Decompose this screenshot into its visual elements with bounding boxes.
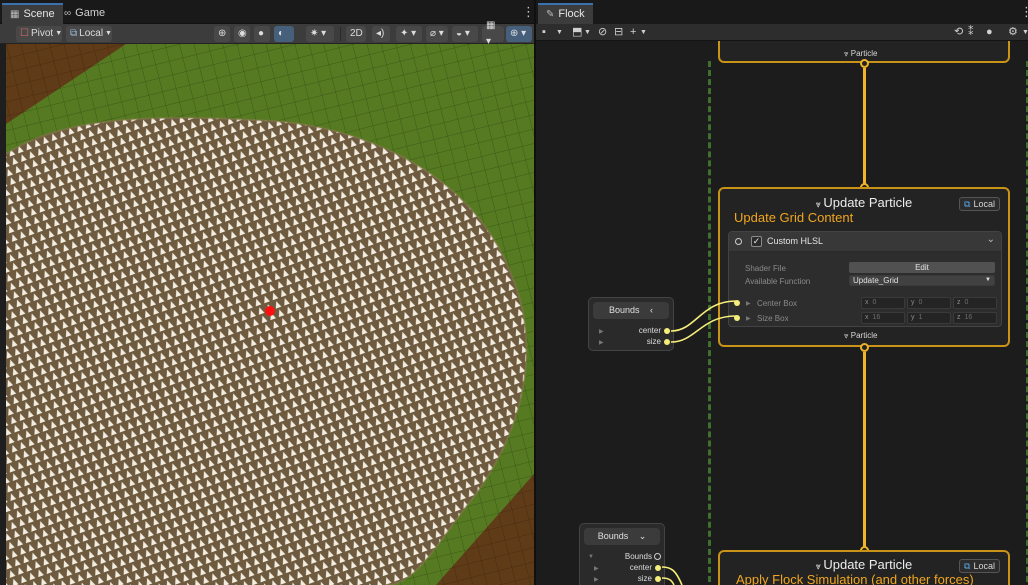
link-toggle-icon[interactable]: ⟲	[954, 25, 963, 40]
vfx-graph-icon: ✎	[546, 9, 555, 20]
tab-game[interactable]: ∞ Game	[56, 3, 113, 24]
camera-dropdown-icon[interactable]: ◒ ▾	[452, 26, 478, 42]
tab-game-label: Game	[75, 7, 106, 19]
local-dropdown[interactable]: ⧉ Local ▼	[66, 26, 112, 42]
local-space-icon: ⧉	[70, 28, 78, 39]
hidden-objects-icon[interactable]: ⌀ ▾	[426, 26, 448, 42]
pivot-dropdown[interactable]: ☐ Pivot ▼	[16, 26, 62, 42]
chevron-down-icon[interactable]: ▼	[1022, 25, 1028, 40]
attach-icon[interactable]: ⬒	[572, 25, 582, 40]
tab-scene-label: Scene	[23, 8, 55, 20]
graph-more-menu-icon[interactable]: ⋮	[1020, 4, 1028, 20]
edge-size-2[interactable]	[661, 577, 675, 585]
wireframe-sphere-icon[interactable]: ◐	[274, 26, 294, 42]
grid-icon: ▦	[10, 9, 20, 20]
grid-dropdown-icon[interactable]: ▦ ▾	[482, 20, 504, 47]
effects-dropdown-icon[interactable]: ✦ ▾	[396, 26, 422, 42]
flock-target-marker[interactable]	[265, 306, 275, 316]
sticky-note-icon[interactable]: ⊟	[614, 25, 623, 40]
link-icon[interactable]: ⊘	[598, 25, 607, 40]
chevron-down-icon[interactable]: ▼	[556, 25, 563, 40]
gizmos-dropdown-icon[interactable]: ⊕ ▾	[506, 26, 532, 42]
tab-flock-label: Flock	[558, 8, 585, 20]
toolbar-separator	[340, 27, 341, 41]
scene-viewport[interactable]	[6, 44, 534, 585]
scene-tabbar: ▦ Scene ∞ Game ⋮	[0, 0, 535, 24]
chevron-down-icon: ▼	[55, 30, 63, 37]
scene-toolbar: ☐ Pivot ▼ ⧉ Local ▼ ⊕ ◉ ● ◐ ✷ ▾ 2D ◂) ✦ …	[0, 20, 534, 47]
blackboard-icon[interactable]: ⁑	[968, 25, 974, 40]
mode-2d-label: 2D	[350, 28, 363, 39]
data-edges	[661, 300, 737, 585]
tab-flock[interactable]: ✎ Flock	[538, 3, 593, 24]
scene-panel: ▦ Scene ∞ Game ⋮ ☐ Pivot ▼ ⧉ Local ▼ ⊕ ◉…	[0, 0, 535, 585]
chevron-down-icon[interactable]: ▼	[584, 25, 591, 40]
mode-2d-button[interactable]: 2D	[346, 26, 366, 42]
shaded-sphere-icon[interactable]: ◉	[234, 26, 250, 42]
chevron-down-icon: ▼	[105, 30, 112, 37]
graph-tabbar: ✎ Flock ⋮	[536, 0, 1028, 24]
graph-canvas[interactable]: ⩔ Particle ⩔ Update Particle ⧉ Local Upda…	[536, 41, 1028, 585]
solid-sphere-icon[interactable]: ●	[254, 26, 270, 42]
gamepad-icon: ∞	[64, 8, 72, 19]
pivot-label: Pivot	[30, 28, 54, 39]
local-label: Local	[79, 28, 104, 39]
tab-scene[interactable]: ▦ Scene	[2, 3, 63, 24]
graph-toolbar: ▪ ▼ ⬒ ▼ ⊘ ⊟ + ▼ ⟲ ⁑ ● ⚙ ▼	[536, 24, 1028, 41]
pivot-icon: ☐	[20, 28, 29, 39]
settings-icon[interactable]: ⚙	[1008, 25, 1018, 40]
chevron-down-icon[interactable]: ▼	[640, 25, 647, 40]
save-icon[interactable]: ▪	[542, 25, 546, 40]
globe-icon[interactable]: ⊕	[214, 26, 230, 42]
lighting-toggle-icon[interactable]: ✷ ▾	[306, 26, 334, 42]
audio-toggle-icon[interactable]: ◂)	[372, 26, 390, 42]
vfx-graph-panel: ✎ Flock ⋮ ▪ ▼ ⬒ ▼ ⊘ ⊟ + ▼ ⟲ ⁑ ● ⚙ ▼ ⩔ Pa…	[534, 0, 1028, 585]
add-node-icon[interactable]: +	[630, 25, 636, 40]
scene-render	[6, 44, 534, 585]
component-lock-icon[interactable]: ●	[986, 25, 993, 40]
